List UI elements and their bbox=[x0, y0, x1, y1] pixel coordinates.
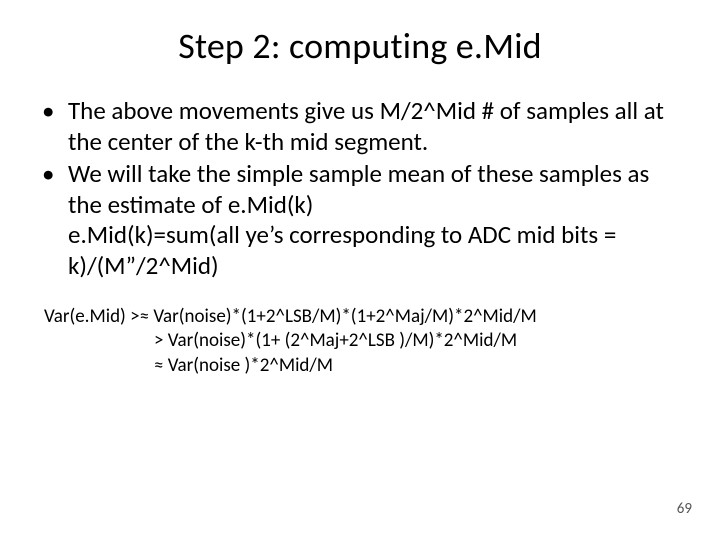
page-number: 69 bbox=[677, 500, 692, 518]
bullet-text: The above movements give us M/2^Mid # of… bbox=[68, 95, 664, 157]
variance-line: ≈ Var(noise )*2^Mid/M bbox=[44, 354, 680, 378]
bullet-subtext: e.Mid(k)=sum(all ye’s corresponding to A… bbox=[68, 220, 680, 281]
bullet-text: We will take the simple sample mean of t… bbox=[68, 158, 649, 220]
bullet-list: The above movements give us M/2^Mid # of… bbox=[40, 96, 680, 281]
variance-line: Var(e.Mid) >≈ Var(noise)*(1+2^LSB/M)*(1+… bbox=[44, 305, 680, 329]
bullet-item: The above movements give us M/2^Mid # of… bbox=[68, 96, 680, 157]
slide-title: Step 2: computing e.Mid bbox=[40, 24, 680, 68]
bullet-item: We will take the simple sample mean of t… bbox=[68, 159, 680, 281]
variance-block: Var(e.Mid) >≈ Var(noise)*(1+2^LSB/M)*(1+… bbox=[40, 305, 680, 378]
variance-line: > Var(noise)*(1+ (2^Maj+2^LSB )/M)*2^Mid… bbox=[44, 329, 680, 353]
